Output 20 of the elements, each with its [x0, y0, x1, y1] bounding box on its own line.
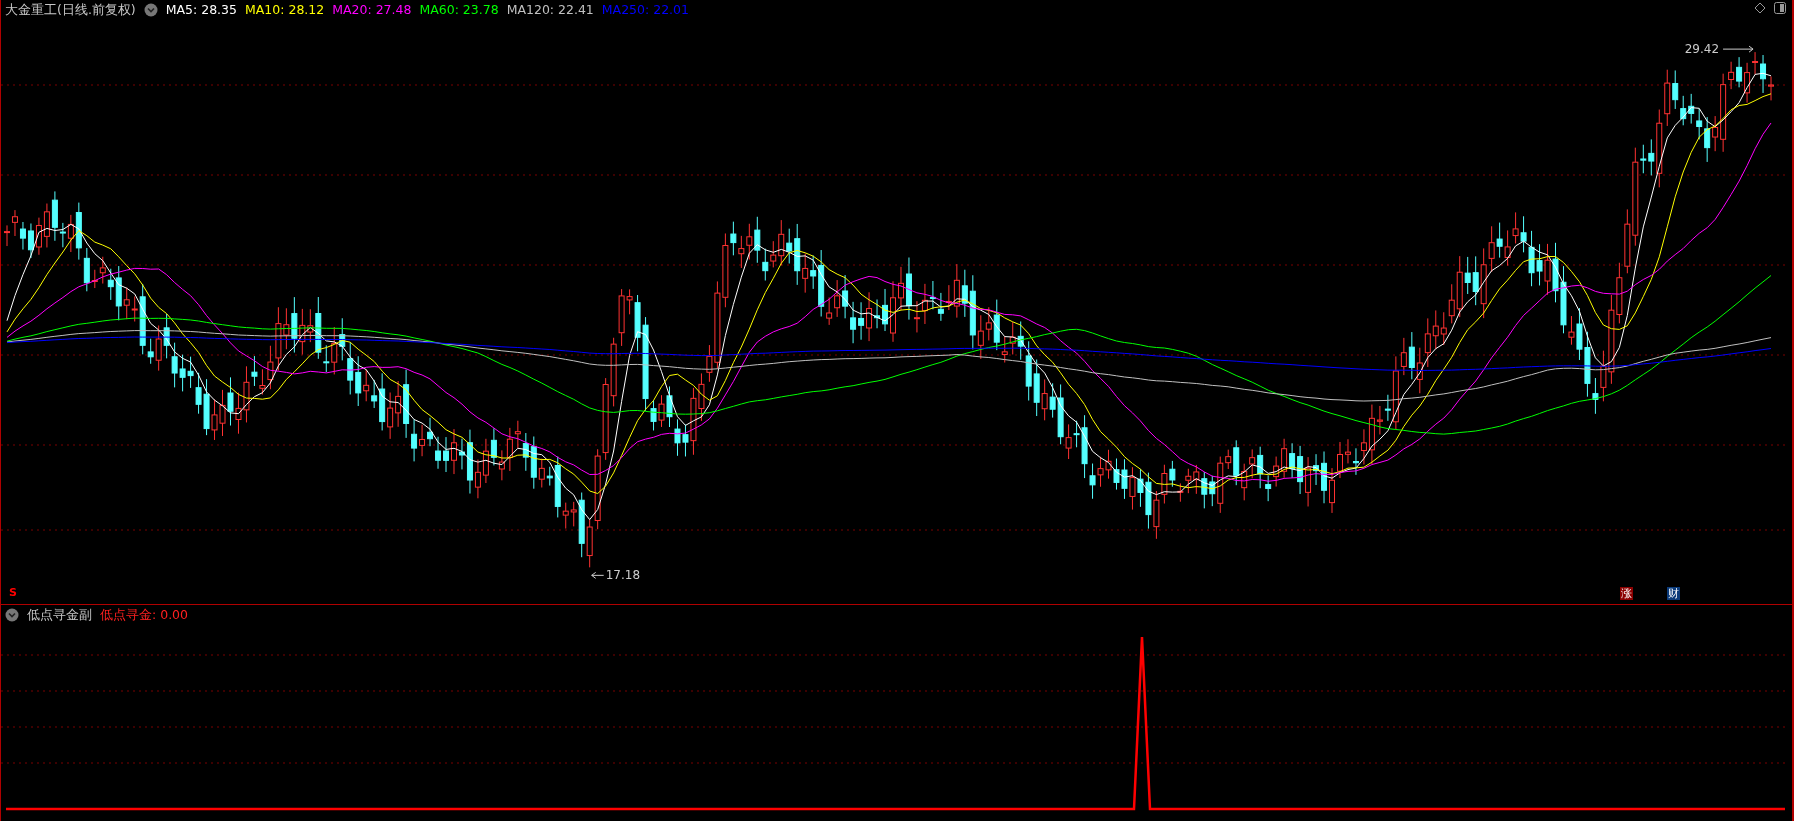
panel-icon[interactable]	[1774, 2, 1786, 14]
event-marker: 涨	[1620, 587, 1633, 600]
ma-legend: MA250: 22.01	[601, 0, 689, 20]
signal-mark: S	[9, 584, 17, 601]
dropdown-icon[interactable]	[5, 608, 19, 622]
ma-legend: MA20: 27.48	[332, 0, 412, 20]
arrow-icon	[1722, 45, 1754, 53]
ma-legend: MA10: 28.12	[245, 0, 325, 20]
ma-legend: MA120: 22.41	[506, 0, 594, 20]
arrow-icon	[591, 571, 605, 579]
indicator-name: 低点寻金副	[27, 605, 92, 624]
high-price-label: 29.42	[1684, 42, 1720, 57]
diamond-icon[interactable]	[1754, 2, 1766, 14]
event-marker: 财	[1667, 587, 1680, 600]
ma-legend: MA60: 23.78	[419, 0, 499, 20]
low-price-label: 17.18	[605, 568, 641, 583]
indicator-reading: 低点寻金: 0.00	[100, 605, 189, 624]
ma-legend: MA5: 28.35	[165, 0, 237, 20]
dropdown-icon[interactable]	[143, 3, 158, 17]
chart-title: 大金重工(日线.前复权)	[5, 0, 136, 19]
